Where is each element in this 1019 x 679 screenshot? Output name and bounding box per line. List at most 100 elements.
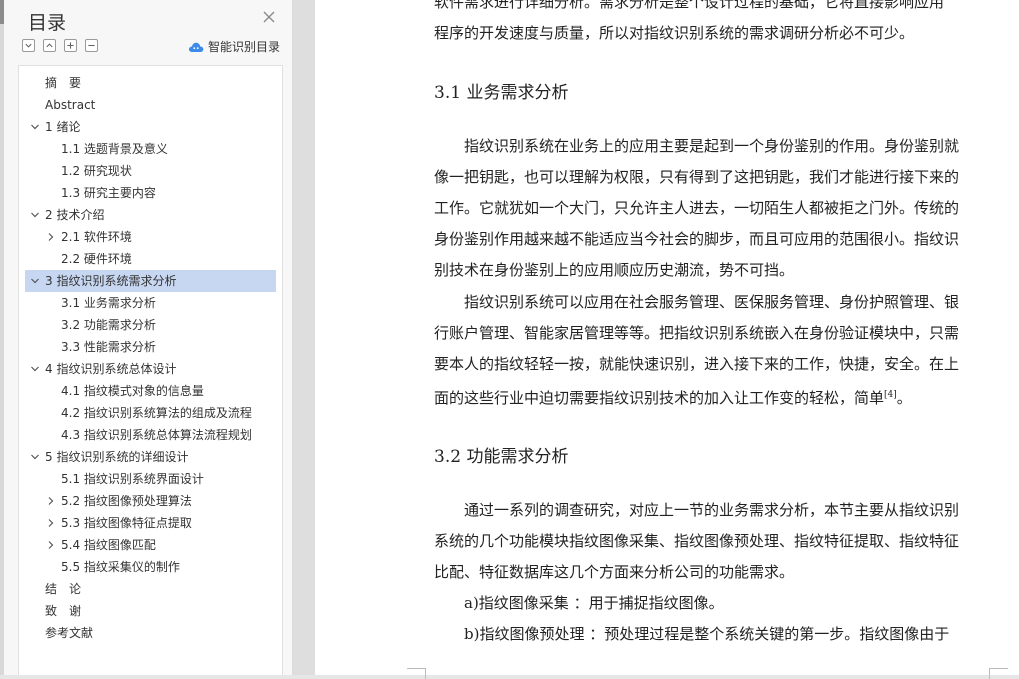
chevron-down-icon — [25, 43, 32, 48]
toc-item[interactable]: 1.2 研究现状 — [25, 160, 276, 182]
document-page: 软件需求进行详细分析。需求分析是整个设计过程的基础，它将直接影响应用 程序的开发… — [315, 0, 1019, 679]
toc-item[interactable]: 5.3 指纹图像特征点提取 — [25, 512, 276, 534]
text-line: 软件需求进行详细分析。需求分析是整个设计过程的基础，它将直接影响应用 — [434, 0, 945, 11]
toc-item-label: 5 指纹识别系统的详细设计 — [45, 450, 189, 464]
citation-4[interactable]: [4] — [884, 390, 897, 400]
toc-item[interactable]: 1 绪论 — [25, 116, 276, 138]
toc-item-label: 结 论 — [45, 582, 82, 596]
toc-item[interactable]: 5.1 指纹识别系统界面设计 — [25, 468, 276, 490]
toc-item-label: 3.3 性能需求分析 — [61, 340, 156, 354]
toc-item[interactable]: 2.1 软件环境 — [25, 226, 276, 248]
text-line: 程序的开发速度与质量，所以对指纹识别系统的需求调研分析必不可少。 — [434, 24, 915, 42]
smart-toc-label: 智能识别目录 — [208, 40, 281, 54]
text-line: 像一把钥匙，也可以理解为权限，只有得到了这把钥匙，我们才能进行接下来的 — [434, 168, 960, 186]
toc-item[interactable]: 4 指纹识别系统总体设计 — [25, 358, 276, 380]
panel-edge — [0, 0, 4, 675]
text-span: 。 — [896, 389, 912, 407]
text-line: 行账户管理、智能家居管理等等。把指纹识别系统嵌入在身份验证模块中，只需 — [434, 324, 960, 342]
chevron-down-icon[interactable] — [30, 364, 40, 374]
toc-item[interactable]: 1.1 选题背景及意义 — [25, 138, 276, 160]
section-heading-3-1: 3.1 业务需求分析 — [434, 83, 569, 103]
toc-item[interactable]: 1.3 研究主要内容 — [25, 182, 276, 204]
toc-item-label: 2.2 硬件环境 — [61, 252, 132, 266]
toc-item-label: 4.3 指纹识别系统总体算法流程规划 — [61, 428, 252, 442]
remove-level-button[interactable] — [85, 39, 98, 52]
toc-item-label: 4 指纹识别系统总体设计 — [45, 362, 177, 376]
toc-item-label: 5.2 指纹图像预处理算法 — [61, 494, 192, 508]
text-line: a)指纹图像采集 ：用于捕捉指纹图像。 — [434, 594, 724, 612]
chevron-up-icon — [46, 43, 53, 48]
paragraph-business-1: 指纹识别系统在业务上的应用主要是起到一个身份鉴别的作用。身份鉴别就 像一把钥匙，… — [434, 131, 989, 286]
text-line: 指纹识别系统可以应用在社会服务管理、医保服务管理、身份护照管理、银 — [434, 293, 960, 311]
toc-item[interactable]: 4.3 指纹识别系统总体算法流程规划 — [25, 424, 276, 446]
chevron-down-icon[interactable] — [30, 122, 40, 132]
toc-item[interactable]: 参考文献 — [25, 622, 276, 644]
toc-item-label: 摘 要 — [45, 76, 82, 90]
text-line: 通过一系列的调查研究，对应上一节的业务需求分析，本节主要从指纹识别 — [434, 501, 960, 519]
toc-item-label: 3 指纹识别系统需求分析 — [45, 274, 177, 288]
toc-item[interactable]: 致 谢 — [25, 600, 276, 622]
toc-item-label: 1 绪论 — [45, 120, 81, 134]
toc-item-label: 3.1 业务需求分析 — [61, 296, 156, 310]
toc-item[interactable]: 4.1 指纹模式对象的信息量 — [25, 380, 276, 402]
collapse-all-button[interactable] — [43, 39, 56, 52]
toc-item-label: 4.1 指纹模式对象的信息量 — [61, 384, 204, 398]
toc-item[interactable]: 3.1 业务需求分析 — [25, 292, 276, 314]
toc-item-label: 1.1 选题背景及意义 — [61, 142, 168, 156]
toc-item-label: 3.2 功能需求分析 — [61, 318, 156, 332]
toc-item[interactable]: 3 指纹识别系统需求分析 — [25, 270, 276, 292]
chevron-down-icon[interactable] — [30, 452, 40, 462]
text-line: 工作。它就犹如一个大门，只允许主人进去，一切陌生人都被拒之门外。传统的 — [434, 199, 960, 217]
toc-item[interactable]: 5 指纹识别系统的详细设计 — [25, 446, 276, 468]
toc-item[interactable]: 2.2 硬件环境 — [25, 248, 276, 270]
section-heading-3-2: 3.2 功能需求分析 — [434, 447, 569, 467]
toc-item-label: 5.3 指纹图像特征点提取 — [61, 516, 192, 530]
toc-item[interactable]: 5.5 指纹采集仪的制作 — [25, 556, 276, 578]
paragraph-business-2: 指纹识别系统可以应用在社会服务管理、医保服务管理、身份护照管理、银 行账户管理、… — [434, 287, 989, 414]
toc-item-label: Abstract — [45, 98, 96, 112]
chevron-right-icon[interactable] — [46, 518, 56, 528]
toc-item-label: 5.5 指纹采集仪的制作 — [61, 560, 180, 574]
text-span: 面的这些行业中迫切需要指纹识别技术的加入让工作变的轻松，简单 — [434, 389, 885, 407]
toc-panel: 目录 智能识别目录 摘 要 Abstract 1 绪论 1.1 选题背景及意义 1.2 … — [0, 0, 293, 675]
text-line: b)指纹图像预处理 ：预处理过程是整个系统关键的第一步。指纹图像由于 — [434, 625, 950, 643]
toc-item-label: 4.2 指纹识别系统算法的组成及流程 — [61, 406, 252, 420]
toc-item[interactable]: 5.2 指纹图像预处理算法 — [25, 490, 276, 512]
toc-item[interactable]: 摘 要 — [25, 72, 276, 94]
crop-mark-right — [989, 668, 1008, 679]
add-level-button[interactable] — [64, 39, 77, 52]
toc-item[interactable]: 2 技术介绍 — [25, 204, 276, 226]
chevron-right-icon[interactable] — [46, 496, 56, 506]
smart-toc-button[interactable]: 智能识别目录 — [188, 38, 280, 55]
toc-list: 摘 要 Abstract 1 绪论 1.1 选题背景及意义 1.2 研究现状 1.3 研究… — [18, 65, 283, 675]
text-line: 面的这些行业中迫切需要指纹识别技术的加入让工作变的轻松，简单[4]。 — [434, 380, 989, 414]
toc-item[interactable]: Abstract — [25, 94, 276, 116]
text-line: 系统的几个功能模块指纹图像采集、指纹图像预处理、指纹特征提取、指纹特征 — [434, 532, 960, 550]
chevron-right-icon[interactable] — [46, 232, 56, 242]
close-icon[interactable] — [261, 9, 277, 25]
text-line: 指纹识别系统在业务上的应用主要是起到一个身份鉴别的作用。身份鉴别就 — [434, 137, 960, 155]
paragraph-intro: 软件需求进行详细分析。需求分析是整个设计过程的基础，它将直接影响应用 程序的开发… — [434, 0, 989, 49]
toc-item[interactable]: 4.2 指纹识别系统算法的组成及流程 — [25, 402, 276, 424]
toc-item[interactable]: 3.2 功能需求分析 — [25, 314, 276, 336]
toc-item[interactable]: 结 论 — [25, 578, 276, 600]
minus-icon — [88, 44, 95, 47]
chevron-down-icon[interactable] — [30, 276, 40, 286]
expand-all-button[interactable] — [22, 39, 35, 52]
toc-item[interactable]: 3.3 性能需求分析 — [25, 336, 276, 358]
text-line: 身份鉴别作用越来越不能适应当今社会的脚步，而且可应用的范围很小。指纹识 — [434, 230, 960, 248]
document-gutter — [293, 0, 315, 675]
toc-toolbar — [22, 39, 98, 55]
toc-item-label: 参考文献 — [45, 626, 94, 640]
chevron-down-icon[interactable] — [30, 210, 40, 220]
chevron-right-icon[interactable] — [46, 540, 56, 550]
toc-item[interactable]: 5.4 指纹图像匹配 — [25, 534, 276, 556]
paragraph-function: 通过一系列的调查研究，对应上一节的业务需求分析，本节主要从指纹识别 系统的几个功… — [434, 495, 989, 650]
crop-mark-left — [407, 668, 426, 679]
toc-item-label: 5.4 指纹图像匹配 — [61, 538, 156, 552]
text-line: 要本人的指纹轻轻一按，就能快速识别，进入接下来的工作，快捷，安全。在上 — [434, 355, 960, 373]
text-line: 比配、特征数据库这几个方面来分析公司的功能需求。 — [434, 563, 795, 581]
toc-item-label: 1.2 研究现状 — [61, 164, 132, 178]
text-line: 别技术在身份鉴别上的应用顺应历史潮流，势不可挡。 — [434, 261, 795, 279]
cloud-icon — [188, 42, 204, 52]
